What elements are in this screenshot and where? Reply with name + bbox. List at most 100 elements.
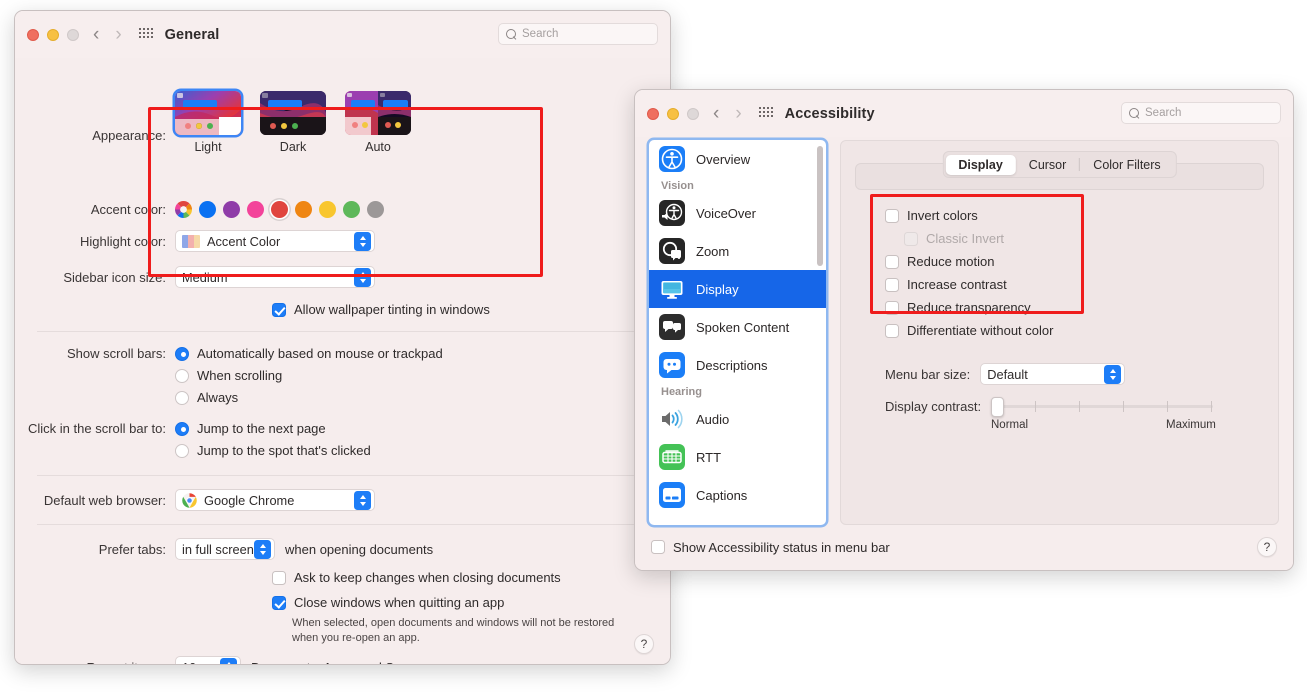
grid-icon[interactable]	[138, 27, 154, 42]
scroll-option-when-scrolling[interactable]: When scrolling	[175, 368, 443, 383]
accessibility-page-title: Accessibility	[785, 106, 875, 122]
accessibility-minimize-button[interactable]	[667, 108, 679, 120]
menu-bar-size-label: Menu bar size:	[885, 367, 970, 382]
increase-contrast-checkbox[interactable]	[885, 278, 899, 292]
accessibility-search-field[interactable]: Search	[1121, 102, 1281, 124]
accessibility-grid-icon[interactable]	[758, 106, 774, 121]
sidebar-item-display[interactable]: Display	[649, 270, 826, 308]
sidebar-item-captions[interactable]: Captions	[649, 476, 826, 514]
show-scroll-bars-options: Automatically based on mouse or trackpad…	[175, 346, 443, 405]
show-status-checkbox[interactable]	[651, 540, 665, 554]
sidebar-item-overview[interactable]: Overview	[649, 140, 826, 178]
sidebar-item-rtt[interactable]: RTT	[649, 438, 826, 476]
display-contrast-row: Display contrast:	[885, 399, 1213, 414]
close-windows-row[interactable]: Close windows when quitting an app	[272, 595, 504, 610]
accent-swatch-purple[interactable]	[223, 201, 240, 218]
click-radio-next-page[interactable]	[175, 422, 189, 436]
accent-swatch-blue[interactable]	[199, 201, 216, 218]
accessibility-sidebar[interactable]: Overview Vision VoiceOver	[649, 140, 826, 525]
search-field[interactable]: Search	[498, 23, 658, 45]
minimize-button[interactable]	[47, 29, 59, 41]
display-options-list: Invert colors Classic Invert Reduce moti…	[885, 208, 1053, 338]
sidebar-item-audio[interactable]: Audio	[649, 400, 826, 438]
sidebar-icon-size-label: Sidebar icon size:	[15, 270, 175, 285]
prefer-tabs-popup[interactable]: in full screen	[175, 538, 275, 560]
appearance-option-auto[interactable]: Auto	[345, 91, 411, 154]
forward-button[interactable]: ›	[115, 24, 121, 46]
sidebar-item-descriptions[interactable]: Descriptions	[649, 346, 826, 384]
accessibility-back-button[interactable]: ‹	[713, 103, 719, 125]
sidebar-label-audio: Audio	[696, 412, 729, 427]
tab-cursor[interactable]: Cursor	[1016, 155, 1080, 175]
accent-swatch-pink[interactable]	[247, 201, 264, 218]
scroll-option-automatic[interactable]: Automatically based on mouse or trackpad	[175, 346, 443, 361]
accessibility-forward-button[interactable]: ›	[735, 103, 741, 125]
highlight-color-popup[interactable]: Accent Color	[175, 230, 375, 252]
option-reduce-transparency[interactable]: Reduce transparency	[885, 300, 1053, 315]
accent-swatch-orange[interactable]	[295, 201, 312, 218]
option-invert-colors[interactable]: Invert colors	[885, 208, 1053, 223]
tab-display[interactable]: Display	[945, 155, 1015, 175]
highlight-color-stepper[interactable]	[354, 232, 371, 251]
sidebar-scrollbar[interactable]	[817, 146, 823, 266]
close-windows-checkbox[interactable]	[272, 596, 286, 610]
wallpaper-tinting-checkbox[interactable]	[272, 303, 286, 317]
invert-colors-checkbox[interactable]	[885, 209, 899, 223]
recent-items-stepper[interactable]	[220, 658, 237, 666]
accent-swatch-yellow[interactable]	[319, 201, 336, 218]
scroll-option-always[interactable]: Always	[175, 390, 443, 405]
tab-panel-frame: Display Cursor Color Filters	[855, 163, 1264, 190]
tab-color-filters[interactable]: Color Filters	[1080, 155, 1173, 175]
prefer-tabs-stepper[interactable]	[254, 540, 271, 559]
accessibility-zoom-button[interactable]	[687, 108, 699, 120]
display-contrast-knob[interactable]	[991, 397, 1004, 417]
accent-swatch-graphite[interactable]	[367, 201, 384, 218]
back-button[interactable]: ‹	[93, 24, 99, 46]
menu-bar-size-stepper[interactable]	[1104, 365, 1121, 384]
general-help-button[interactable]: ?	[634, 634, 654, 654]
accent-swatch-multicolor[interactable]	[175, 201, 192, 218]
scroll-radio-automatic[interactable]	[175, 347, 189, 361]
sidebar-item-spoken-content[interactable]: Spoken Content	[649, 308, 826, 346]
recent-items-popup[interactable]: 10	[175, 656, 241, 665]
recent-items-value: 10	[182, 660, 196, 666]
reduce-transparency-checkbox[interactable]	[885, 301, 899, 315]
ask-keep-changes-row[interactable]: Ask to keep changes when closing documen…	[272, 570, 561, 585]
show-status-label: Show Accessibility status in menu bar	[673, 540, 890, 555]
default-web-browser-stepper[interactable]	[354, 491, 371, 510]
option-reduce-motion[interactable]: Reduce motion	[885, 254, 1053, 269]
accessibility-close-button[interactable]	[647, 108, 659, 120]
menu-bar-size-value: Default	[987, 367, 1028, 382]
appearance-option-dark[interactable]: Dark	[260, 91, 326, 154]
click-option-spot-clicked[interactable]: Jump to the spot that's clicked	[175, 443, 371, 458]
appearance-thumb-light	[175, 91, 241, 135]
option-differentiate-without-color[interactable]: Differentiate without color	[885, 323, 1053, 338]
window-controls	[27, 29, 79, 41]
scroll-label-always: Always	[197, 390, 238, 405]
display-contrast-slider[interactable]	[991, 405, 1213, 408]
appearance-option-light[interactable]: Light	[175, 91, 241, 154]
sidebar-item-zoom[interactable]: Zoom	[649, 232, 826, 270]
accent-swatch-red[interactable]	[271, 201, 288, 218]
sidebar-icon-size-stepper[interactable]	[354, 268, 371, 287]
differentiate-without-color-checkbox[interactable]	[885, 324, 899, 338]
accessibility-search-icon	[1129, 108, 1140, 119]
menu-bar-size-popup[interactable]: Default	[980, 363, 1125, 385]
click-radio-spot-clicked[interactable]	[175, 444, 189, 458]
accessibility-help-button[interactable]: ?	[1257, 537, 1277, 557]
sidebar-label-zoom: Zoom	[696, 244, 729, 259]
slider-tick-3	[1123, 401, 1124, 412]
sidebar-item-voiceover[interactable]: VoiceOver	[649, 194, 826, 232]
zoom-button[interactable]	[67, 29, 79, 41]
scroll-radio-always[interactable]	[175, 391, 189, 405]
scroll-radio-when-scrolling[interactable]	[175, 369, 189, 383]
accent-swatch-green[interactable]	[343, 201, 360, 218]
default-web-browser-popup[interactable]: Google Chrome	[175, 489, 375, 511]
wallpaper-tinting-row[interactable]: Allow wallpaper tinting in windows	[272, 302, 490, 317]
click-option-next-page[interactable]: Jump to the next page	[175, 421, 371, 436]
close-button[interactable]	[27, 29, 39, 41]
reduce-motion-checkbox[interactable]	[885, 255, 899, 269]
ask-keep-changes-checkbox[interactable]	[272, 571, 286, 585]
sidebar-icon-size-popup[interactable]: Medium	[175, 266, 375, 288]
option-increase-contrast[interactable]: Increase contrast	[885, 277, 1053, 292]
